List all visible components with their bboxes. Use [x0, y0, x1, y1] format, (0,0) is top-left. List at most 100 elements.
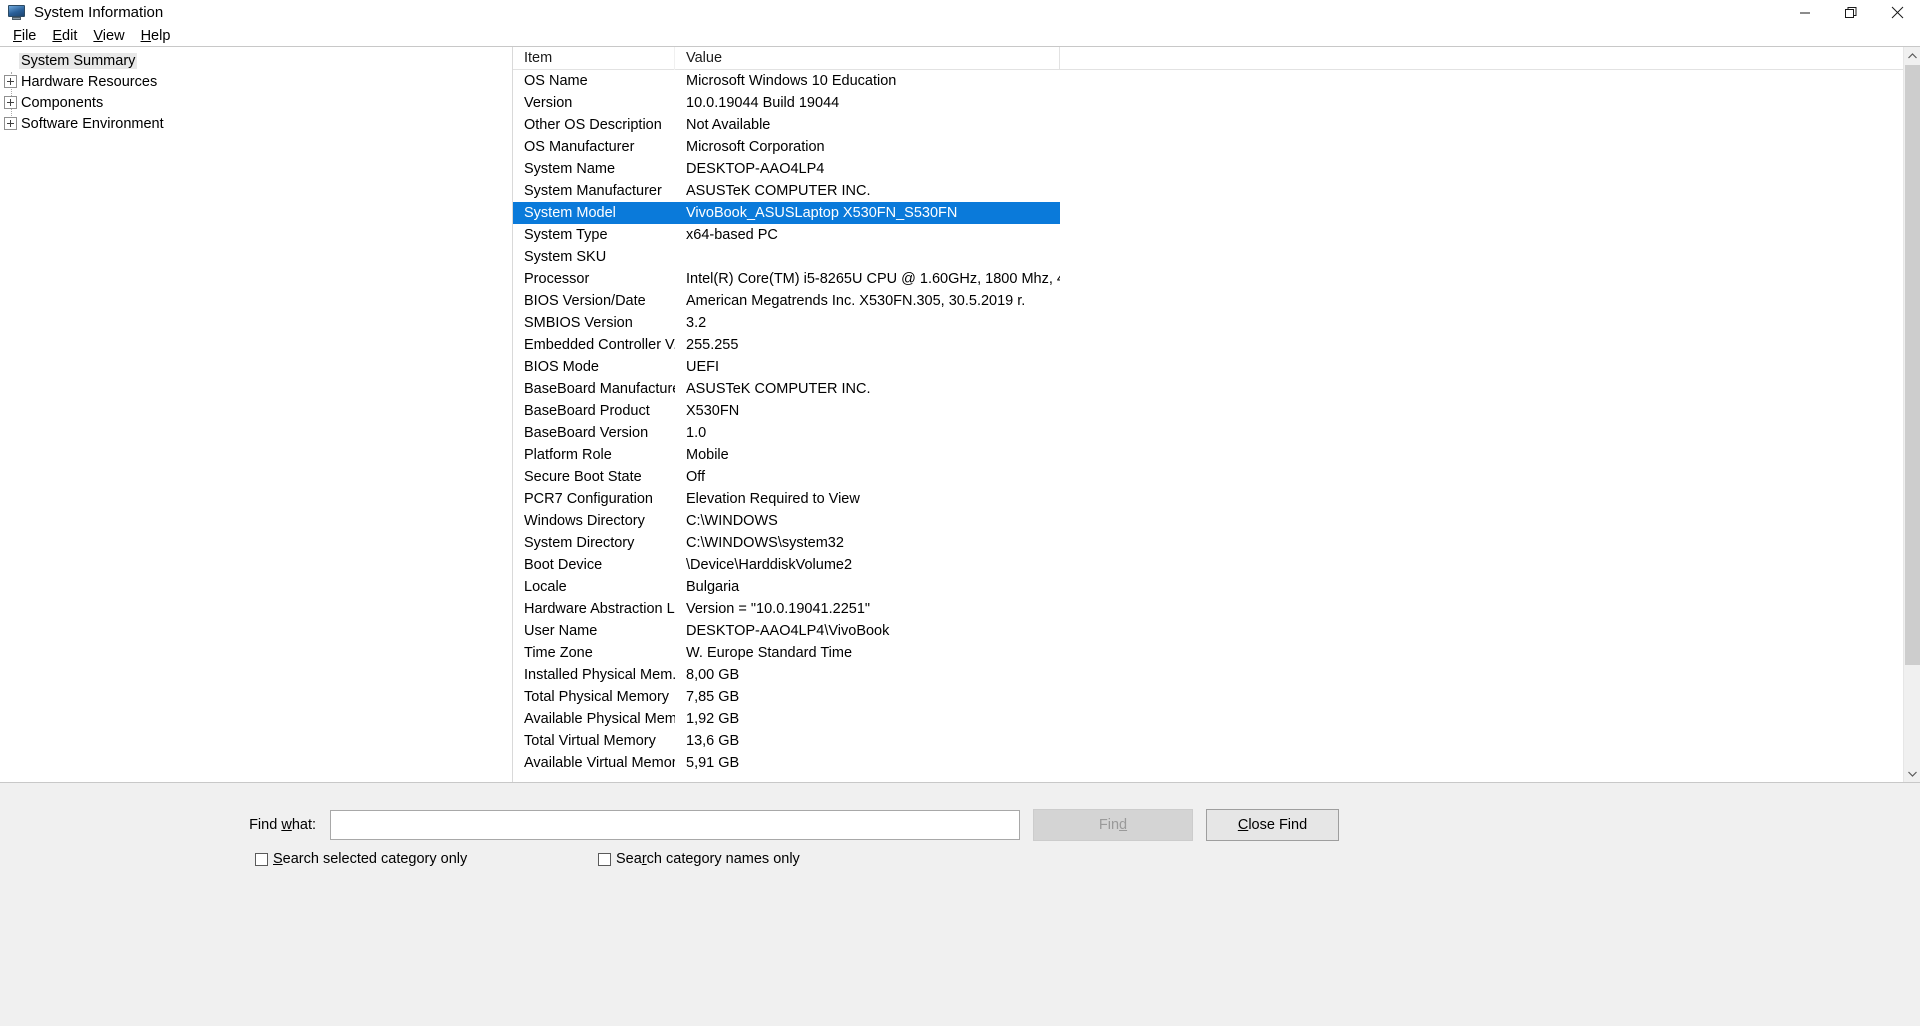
table-row[interactable]: Embedded Controller V... 255.255: [513, 334, 1903, 356]
find-input[interactable]: [330, 810, 1020, 840]
table-row[interactable]: OS Manufacturer Microsoft Corporation: [513, 136, 1903, 158]
cell-value: 3.2: [686, 315, 707, 331]
cell-item: Total Virtual Memory: [524, 733, 656, 749]
cell-item: System Directory: [524, 535, 635, 551]
cell-item: Platform Role: [524, 447, 612, 463]
close-icon[interactable]: [1874, 0, 1920, 25]
close-find-button[interactable]: Close Find: [1206, 809, 1339, 841]
cell-value: [675, 246, 1060, 268]
table-row[interactable]: User Name DESKTOP-AAO4LP4\VivoBook: [513, 620, 1903, 642]
table-row[interactable]: Processor Intel(R) Core(TM) i5-8265U CPU …: [513, 268, 1903, 290]
table-row[interactable]: System Manufacturer ASUSTeK COMPUTER INC.: [513, 180, 1903, 202]
restore-icon[interactable]: [1828, 0, 1874, 25]
column-header-extra[interactable]: [1060, 47, 1903, 70]
table-row[interactable]: Windows Directory C:\WINDOWS: [513, 510, 1903, 532]
menu-item-edit-label: dit: [62, 27, 78, 44]
close-button-accel: C: [1237, 817, 1249, 833]
cell-item: System Name: [524, 161, 616, 177]
cell-value: ASUSTeK COMPUTER INC.: [686, 381, 871, 397]
table-row[interactable]: Hardware Abstraction L... Version = "10.0…: [513, 598, 1903, 620]
tree-item-system-summary[interactable]: System Summary: [0, 50, 512, 71]
menu-item-help-label: elp: [151, 27, 171, 44]
minimize-icon[interactable]: [1782, 0, 1828, 25]
scrollbar-thumb[interactable]: [1905, 65, 1920, 665]
cell-value: X530FN: [686, 403, 740, 419]
table-row[interactable]: BaseBoard Manufacturer ASUSTeK COMPUTER I…: [513, 378, 1903, 400]
table-row[interactable]: PCR7 Configuration Elevation Required to …: [513, 488, 1903, 510]
main-content: System Summary Hardware Resources Componen…: [0, 46, 1920, 783]
cell-item: Available Virtual Memory: [524, 755, 675, 771]
cell-value: Elevation Required to View: [686, 491, 860, 507]
chevron-up-icon[interactable]: [1904, 47, 1920, 64]
tree-item-label: System Summary: [19, 52, 138, 69]
window-title: System Information: [34, 4, 164, 21]
cell-item: SMBIOS Version: [524, 315, 633, 331]
chevron-down-icon[interactable]: [1904, 765, 1920, 782]
table-row[interactable]: Locale Bulgaria: [513, 576, 1903, 598]
table-row[interactable]: BIOS Mode UEFI: [513, 356, 1903, 378]
column-header-value[interactable]: Value: [675, 47, 1060, 70]
table-row[interactable]: Version 10.0.19044 Build 19044: [513, 92, 1903, 114]
column-header-item[interactable]: Item: [513, 47, 675, 70]
table-row[interactable]: Available Physical Mem... 1,92 GB: [513, 708, 1903, 730]
table-row[interactable]: System SKU: [513, 246, 1903, 268]
cell-value: DESKTOP-AAO4LP4: [686, 161, 825, 177]
table-row[interactable]: Total Physical Memory 7,85 GB: [513, 686, 1903, 708]
cell-item: Embedded Controller V...: [524, 337, 675, 353]
table-row[interactable]: OS Name Microsoft Windows 10 Education: [513, 70, 1903, 92]
table-row[interactable]: Available Virtual Memory 5,91 GB: [513, 752, 1903, 774]
cell-item: Available Physical Mem...: [524, 711, 675, 727]
cell-item: System Model: [513, 202, 675, 224]
table-row[interactable]: System Name DESKTOP-AAO4LP4: [513, 158, 1903, 180]
cell-value: 10.0.19044 Build 19044: [686, 95, 840, 111]
expand-plus-icon[interactable]: [4, 75, 17, 88]
table-row[interactable]: BIOS Version/Date American Megatrends Inc…: [513, 290, 1903, 312]
cell-item: BaseBoard Version: [524, 425, 649, 441]
find-button[interactable]: Fin d: [1033, 809, 1193, 841]
table-row[interactable]: System Directory C:\WINDOWS\system32: [513, 532, 1903, 554]
table-row[interactable]: Boot Device \Device\HarddiskVolume2: [513, 554, 1903, 576]
cell-value: Microsoft Corporation: [686, 139, 825, 155]
tree-item-hardware-resources[interactable]: Hardware Resources: [0, 71, 512, 92]
expand-plus-icon[interactable]: [4, 117, 17, 130]
cell-item: System Type: [524, 227, 608, 243]
find-label-prefix: Find: [249, 817, 282, 833]
table-row[interactable]: System Model VivoBook_ASUSLaptop X530FN_S…: [513, 202, 1903, 224]
table-row[interactable]: Other OS Description Not Available: [513, 114, 1903, 136]
table-row[interactable]: Platform Role Mobile: [513, 444, 1903, 466]
table-row[interactable]: Installed Physical Mem... 8,00 GB: [513, 664, 1903, 686]
find-what-label: Find what:: [0, 817, 330, 833]
expand-plus-icon[interactable]: [4, 96, 17, 109]
table-row[interactable]: Secure Boot State Off: [513, 466, 1903, 488]
cell-item: Hardware Abstraction L...: [524, 601, 675, 617]
table-row[interactable]: BaseBoard Version 1.0: [513, 422, 1903, 444]
menu-item-view[interactable]: View: [86, 26, 133, 46]
menu-item-help[interactable]: Help: [134, 26, 180, 46]
cell-item: BaseBoard Product: [524, 403, 650, 419]
checkbox-box[interactable]: [598, 852, 611, 866]
cell-value: 5,91 GB: [686, 755, 740, 771]
cell-value: Intel(R) Core(TM) i5-8265U CPU @ 1.60GHz…: [686, 271, 1060, 287]
cell-item: Locale: [524, 579, 567, 595]
cell-item: System SKU: [524, 249, 607, 265]
cell-item: Version: [524, 95, 573, 111]
cell-item: OS Manufacturer: [524, 139, 635, 155]
cell-value: 8,00 GB: [686, 667, 740, 683]
tree-item-software-environment[interactable]: Software Environment: [0, 113, 512, 134]
table-row[interactable]: System Type x64-based PC: [513, 224, 1903, 246]
table-row[interactable]: Time Zone W. Europe Standard Time: [513, 642, 1903, 664]
menu-item-edit[interactable]: Edit: [45, 26, 86, 46]
cell-item: System Manufacturer: [524, 183, 662, 199]
cell-value: 13,6 GB: [686, 733, 740, 749]
table-row[interactable]: BaseBoard Product X530FN: [513, 400, 1903, 422]
menu-item-file[interactable]: File: [6, 26, 45, 46]
checkbox-box[interactable]: [255, 852, 268, 866]
vertical-scrollbar[interactable]: [1903, 47, 1920, 782]
tree-item-label: Software Environment: [21, 115, 164, 132]
cell-item: Windows Directory: [524, 513, 645, 529]
search-selected-category-checkbox[interactable]: Search selected category only: [255, 851, 467, 867]
table-row[interactable]: Total Virtual Memory 13,6 GB: [513, 730, 1903, 752]
tree-item-components[interactable]: Components: [0, 92, 512, 113]
search-category-names-checkbox[interactable]: Sea r ch category names only: [598, 851, 800, 867]
table-row[interactable]: SMBIOS Version 3.2: [513, 312, 1903, 334]
